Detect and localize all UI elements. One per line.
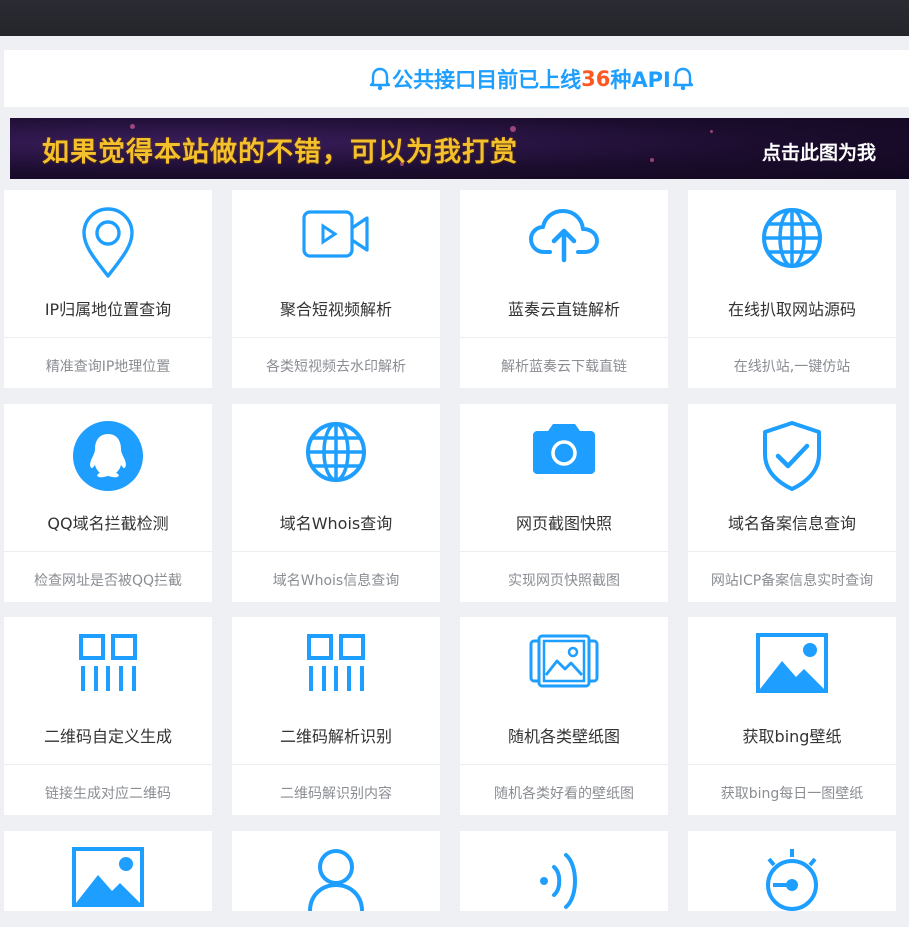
api-card-description: 在线扒站,一键仿站	[733, 359, 851, 375]
api-count: 36	[581, 66, 611, 91]
camera-icon	[460, 420, 668, 500]
card-divider	[232, 551, 440, 552]
api-card-description: 实现网页快照截图	[508, 573, 620, 589]
api-card-title: 网页截图快照	[515, 514, 612, 533]
banner-side-text: 点击此图为我	[762, 142, 877, 164]
photo-gallery-icon	[460, 633, 668, 713]
gauge-icon	[688, 847, 896, 927]
donation-banner[interactable]: 如果觉得本站做的不错，可以为我打赏 点击此图为我	[10, 118, 909, 179]
card-divider	[688, 337, 896, 338]
api-card-description: 精准查询IP地理位置	[45, 359, 171, 375]
announcement-suffix: 种API	[610, 67, 671, 92]
api-card[interactable]: 聚合短视频解析 各类短视频去水印解析	[232, 190, 440, 388]
card-divider	[4, 551, 212, 552]
qq-penguin-icon	[4, 420, 212, 500]
api-card[interactable]: 网页截图快照 实现网页快照截图	[460, 404, 668, 602]
signal-icon	[460, 847, 668, 927]
api-card-description: 网站ICP备案信息实时查询	[710, 573, 874, 589]
api-card-title: 域名备案信息查询	[727, 514, 856, 533]
bell-icon	[369, 67, 391, 91]
api-card-title: 获取bing壁纸	[742, 727, 842, 746]
qrcode-icon	[4, 633, 212, 713]
qrcode-icon	[232, 633, 440, 713]
api-card[interactable]: 二维码解析识别 二维码解识别内容	[232, 617, 440, 815]
api-card[interactable]	[4, 831, 212, 911]
api-card-title: IP归属地位置查询	[44, 300, 172, 319]
api-card[interactable]: 在线扒取网站源码 在线扒站,一键仿站	[688, 190, 896, 388]
bell-icon	[672, 67, 694, 91]
top-navigation-bar	[0, 0, 909, 36]
api-card[interactable]: IP归属地位置查询 精准查询IP地理位置	[4, 190, 212, 388]
card-divider	[688, 764, 896, 765]
api-card-title: 蓝奏云直链解析	[507, 300, 620, 319]
api-card-description: 域名Whois信息查询	[272, 573, 400, 589]
api-card-title: 二维码自定义生成	[43, 727, 172, 746]
card-divider	[232, 337, 440, 338]
api-card-title: 域名Whois查询	[279, 514, 393, 533]
api-card[interactable]: QQ域名拦截检测 检查网址是否被QQ拦截	[4, 404, 212, 602]
api-card[interactable]: 域名备案信息查询网站ICP备案信息实时查询	[688, 404, 896, 602]
api-card-title: 二维码解析识别	[279, 727, 392, 746]
cloud-upload-icon	[460, 206, 668, 286]
globe-icon	[688, 206, 896, 286]
user-icon	[232, 847, 440, 927]
api-card[interactable]: 随机各类壁纸图 随机各类好看的壁纸图	[460, 617, 668, 815]
card-divider	[4, 764, 212, 765]
api-card[interactable]: 二维码自定义生成 链接生成对应二维码	[4, 617, 212, 815]
api-card[interactable]: 域名Whois查询 域名Whois信息查询	[232, 404, 440, 602]
api-card-description: 各类短视频去水印解析	[266, 359, 406, 375]
globe-icon	[232, 420, 440, 500]
api-card-title: 在线扒取网站源码	[727, 300, 856, 319]
api-card-title: 随机各类壁纸图	[507, 727, 620, 746]
api-card-description: 链接生成对应二维码	[45, 786, 171, 802]
announcement-bar: 公共接口目前已上线 36 种API	[4, 50, 909, 107]
video-camera-icon	[232, 206, 440, 286]
api-card-title: 聚合短视频解析	[279, 300, 392, 319]
card-divider	[460, 551, 668, 552]
api-card[interactable]	[460, 831, 668, 911]
card-divider	[4, 337, 212, 338]
api-card[interactable]	[688, 831, 896, 911]
card-divider	[460, 337, 668, 338]
api-card[interactable]: 获取bing壁纸获取bing每日一图壁纸	[688, 617, 896, 815]
api-card-description: 检查网址是否被QQ拦截	[33, 573, 183, 589]
api-card-description: 随机各类好看的壁纸图	[494, 786, 634, 802]
announcement-prefix: 公共接口目前已上线	[392, 67, 582, 92]
location-pin-icon	[4, 206, 212, 286]
shield-check-icon	[688, 420, 896, 500]
image-icon	[4, 847, 212, 927]
api-card-description: 获取bing每日一图壁纸	[720, 786, 864, 802]
card-divider	[460, 764, 668, 765]
api-card-title: QQ域名拦截检测	[47, 514, 169, 533]
api-card[interactable]	[232, 831, 440, 911]
announcement-text: 公共接口目前已上线 36 种API	[4, 50, 909, 107]
api-card-description: 二维码解识别内容	[280, 786, 392, 802]
image-icon	[688, 633, 896, 713]
card-divider	[232, 764, 440, 765]
banner-text: 如果觉得本站做的不错，可以为我打赏	[42, 137, 518, 168]
api-card-description: 解析蓝奏云下载直链	[501, 359, 627, 375]
card-divider	[688, 551, 896, 552]
api-card[interactable]: 蓝奏云直链解析 解析蓝奏云下载直链	[460, 190, 668, 388]
